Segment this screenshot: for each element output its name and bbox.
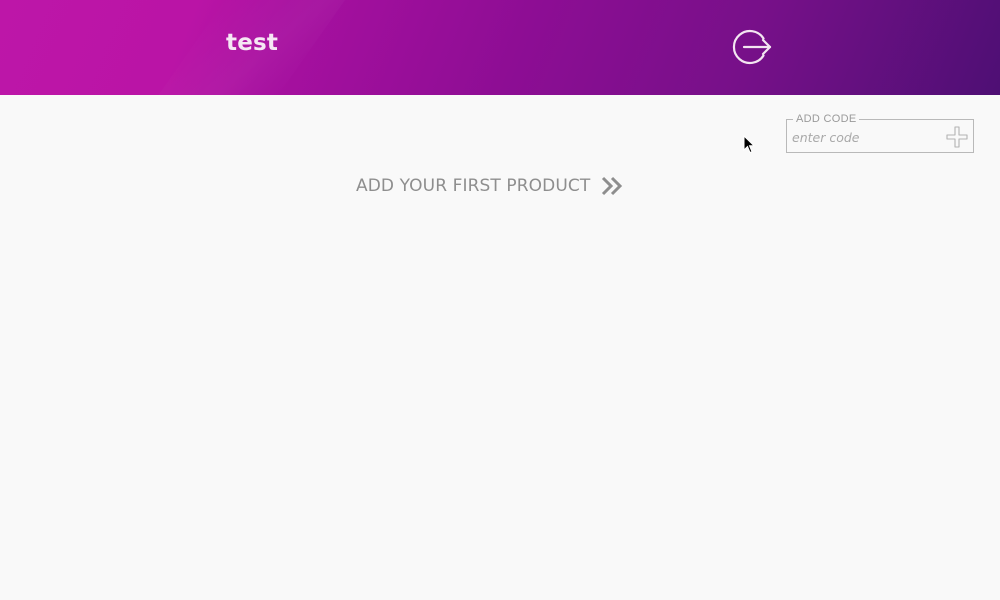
code-input[interactable] [792,127,938,147]
add-code-button[interactable] [946,126,968,148]
add-code-field: ADD CODE [786,112,974,153]
plus-icon [946,126,968,148]
add-first-product-label: ADD YOUR FIRST PRODUCT [356,176,591,196]
app-title: test [226,30,279,56]
double-chevron-right-icon [602,176,623,196]
app-header: test [0,0,1000,95]
add-first-product-link[interactable]: ADD YOUR FIRST PRODUCT [356,174,623,198]
mouse-cursor-icon [743,135,755,154]
add-code-label: ADD CODE [793,112,860,126]
logout-button[interactable] [730,26,772,68]
logout-icon [732,29,772,65]
